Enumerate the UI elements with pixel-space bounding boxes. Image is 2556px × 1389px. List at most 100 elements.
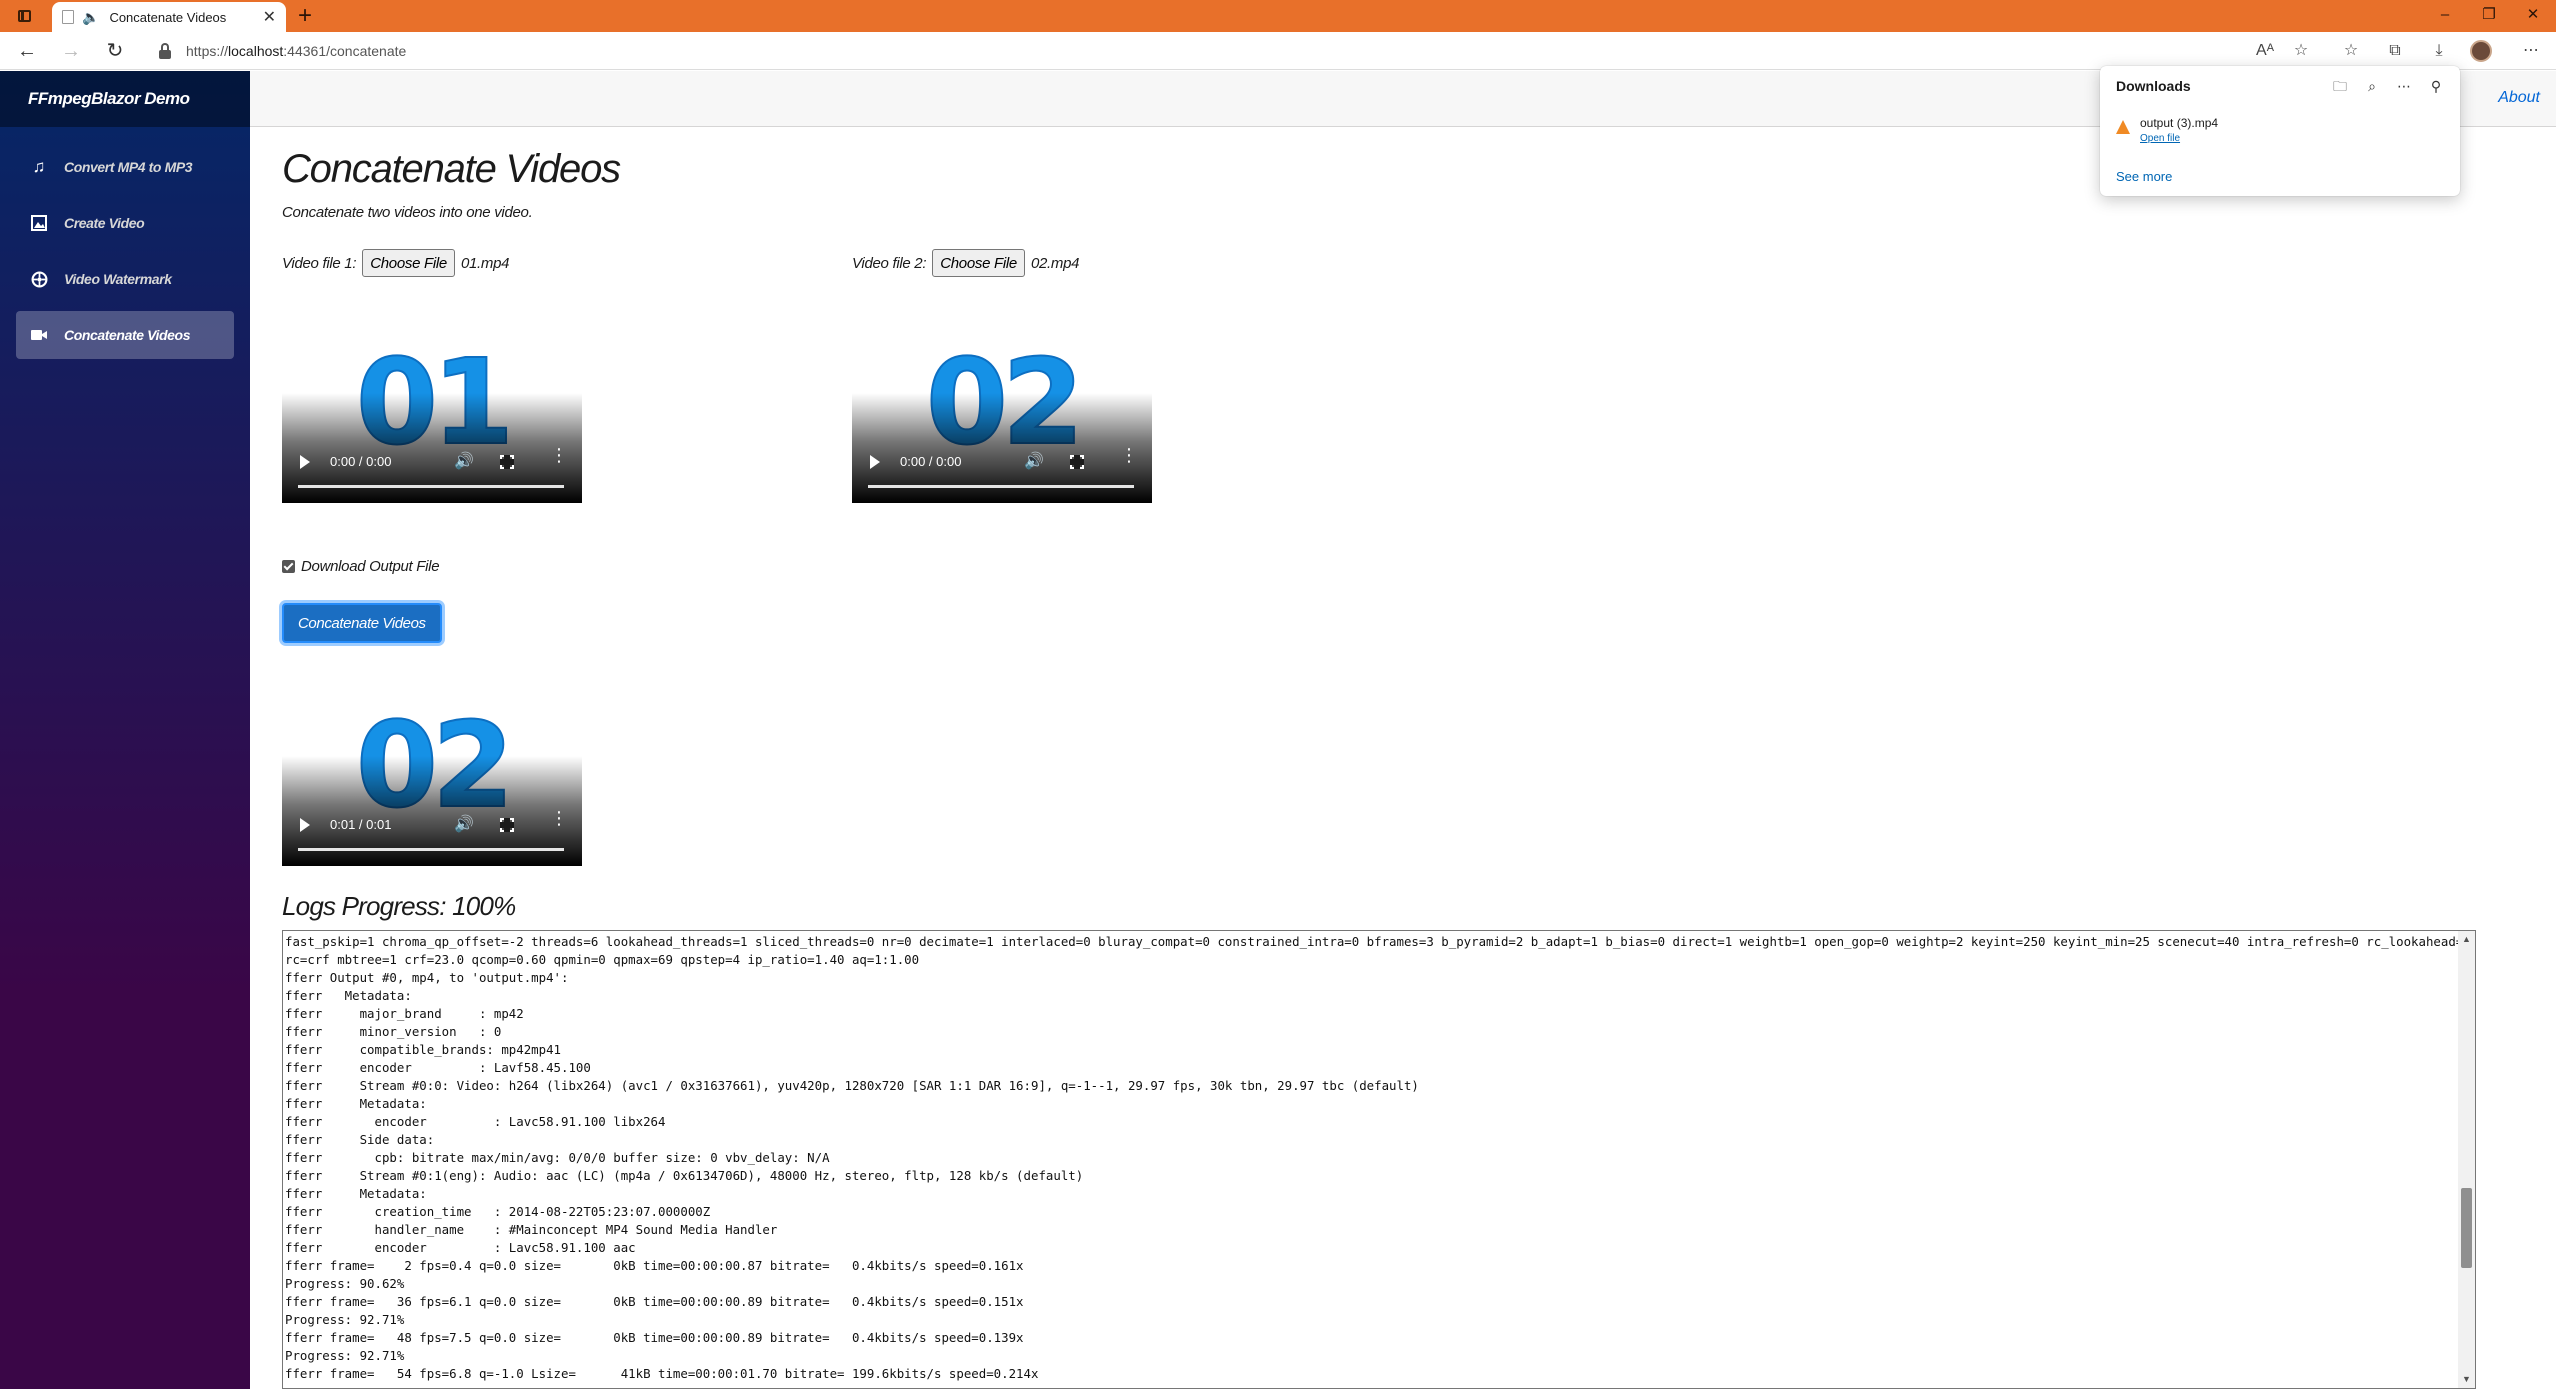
sidebar-item-create-video[interactable]: Create Video <box>16 199 234 247</box>
log-line: Progress: 90.62% <box>285 1276 405 1291</box>
log-line: fferr encoder : Lavc58.91.100 aac <box>285 1240 636 1255</box>
vlc-file-icon <box>2116 120 2130 134</box>
sidebar-item-label: Video Watermark <box>64 271 172 287</box>
sidebar-item-label: Concatenate Videos <box>64 327 191 343</box>
log-line: fferr creation_time : 2014-08-22T05:23:0… <box>285 1204 711 1219</box>
downloads-title: Downloads <box>2116 78 2191 94</box>
lock-icon[interactable] <box>158 43 172 59</box>
log-line: fferr compatible_brands: mp42mp41 <box>285 1042 562 1057</box>
image-icon <box>30 214 48 232</box>
log-line: fferr Metadata: <box>285 988 412 1003</box>
play-icon[interactable] <box>300 455 310 469</box>
more-options-icon[interactable]: ⋯ <box>2394 76 2414 96</box>
brand-title[interactable]: FFmpegBlazor Demo <box>28 89 190 109</box>
logs-textarea[interactable]: fast_pskip=1 chroma_qp_offset=-2 threads… <box>282 930 2476 1389</box>
page-description: Concatenate two videos into one video. <box>282 204 533 221</box>
browser-tab[interactable]: 🔈 Concatenate Videos ✕ <box>52 2 286 32</box>
search-icon[interactable]: ⌕ <box>2362 76 2382 96</box>
speaker-icon[interactable]: 🔈 <box>82 9 99 26</box>
video-player-2[interactable]: 02 0:00 / 0:00 🔊 ⋮ <box>852 317 1152 503</box>
address-bar[interactable]: https://localhost:44361/concatenate <box>158 36 2248 66</box>
settings-more-icon[interactable]: ⋯ <box>2516 38 2546 64</box>
browser-tabstrip: 🔈 Concatenate Videos ✕ + – ❐ ✕ <box>0 0 2556 32</box>
log-line: fferr cpb: bitrate max/min/avg: 0/0/0 bu… <box>285 1150 830 1165</box>
url-path: :44361/concatenate <box>283 43 407 59</box>
download-output-checkbox[interactable] <box>282 560 295 573</box>
more-options-icon[interactable]: ⋮ <box>1120 446 1138 464</box>
sidebar-item-video-watermark[interactable]: Video Watermark <box>16 255 234 303</box>
video-2-progress-bar[interactable] <box>868 485 1134 488</box>
open-file-link[interactable]: Open file <box>2140 133 2180 144</box>
more-options-icon[interactable]: ⋮ <box>550 809 568 827</box>
music-note-icon: ♫ <box>32 157 46 176</box>
close-window-button[interactable]: ✕ <box>2511 0 2555 32</box>
minimize-button[interactable]: – <box>2423 0 2467 32</box>
log-line: fferr Stream #0:1(eng): Audio: aac (LC) … <box>285 1168 1084 1183</box>
video-player-1[interactable]: 01 0:00 / 0:00 🔊 ⋮ <box>282 317 582 503</box>
output-video-player[interactable]: 02 0:01 / 0:01 🔊 ⋮ <box>282 680 582 866</box>
log-line: Progress: 92.71% <box>285 1312 405 1327</box>
log-line: fferr major_brand : mp42 <box>285 1006 524 1021</box>
downloads-icon[interactable]: ⤓ <box>2424 38 2454 64</box>
video-1-controls: 0:00 / 0:00 🔊 ⋮ <box>282 443 582 503</box>
profile-avatar[interactable] <box>2470 40 2492 62</box>
video-file-1-row: Video file 1: Choose File 01.mp4 <box>282 249 510 277</box>
tab-actions-button[interactable] <box>10 6 38 26</box>
forward-button[interactable]: → <box>56 37 86 65</box>
pin-icon[interactable]: ⚲ <box>2426 76 2446 96</box>
close-tab-icon[interactable]: ✕ <box>263 7 276 27</box>
video-1-progress-bar[interactable] <box>298 485 564 488</box>
add-favorite-icon[interactable]: ☆ <box>2286 38 2316 64</box>
download-output-label[interactable]: Download Output File <box>301 558 440 575</box>
log-line: fferr Stream #0:0: Video: h264 (libx264)… <box>285 1078 1419 1093</box>
fullscreen-icon[interactable] <box>500 818 514 832</box>
choose-file-1-button[interactable]: Choose File <box>362 249 455 277</box>
video-file-2-label: Video file 2: <box>852 254 927 272</box>
scroll-up-icon[interactable]: ▲ <box>2458 931 2475 948</box>
video-file-2-row: Video file 2: Choose File 02.mp4 <box>852 249 1080 277</box>
scroll-thumb[interactable] <box>2461 1188 2472 1268</box>
restore-button[interactable]: ❐ <box>2467 0 2511 32</box>
sidebar-nav: ♫ Convert MP4 to MP3 Create Video Video … <box>0 127 250 359</box>
url-text: https://localhost:44361/concatenate <box>186 43 406 59</box>
page-favicon-icon <box>62 10 74 24</box>
log-line: fferr frame= 54 fps=6.8 q=-1.0 Lsize= 41… <box>285 1366 1039 1381</box>
play-icon[interactable] <box>300 818 310 832</box>
sidebar-item-label: Create Video <box>64 215 145 231</box>
download-file-name[interactable]: output (3).mp4 <box>2140 116 2218 130</box>
volume-icon[interactable]: 🔊 <box>1024 451 1044 471</box>
output-video-progress-bar[interactable] <box>298 848 564 851</box>
sidebar-item-concatenate-videos[interactable]: Concatenate Videos <box>16 311 234 359</box>
url-host: localhost <box>228 43 284 59</box>
new-tab-button[interactable]: + <box>290 2 320 30</box>
choose-file-2-button[interactable]: Choose File <box>932 249 1025 277</box>
volume-icon[interactable]: 🔊 <box>454 451 474 471</box>
concatenate-videos-button[interactable]: Concatenate Videos <box>282 603 442 643</box>
tab-actions-icon <box>17 10 31 22</box>
favorites-icon[interactable]: ☆ <box>2336 38 2366 64</box>
fullscreen-icon[interactable] <box>1070 455 1084 469</box>
sidebar-item-convert-mp4-to-mp3[interactable]: ♫ Convert MP4 to MP3 <box>16 143 234 191</box>
log-line: fast_pskip=1 chroma_qp_offset=-2 threads… <box>285 934 2476 949</box>
play-icon[interactable] <box>870 455 880 469</box>
scroll-down-icon[interactable]: ▼ <box>2458 1371 2475 1388</box>
log-line: fferr encoder : Lavc58.91.100 libx264 <box>285 1114 666 1129</box>
open-downloads-folder-icon[interactable]: 🗀 <box>2330 76 2350 96</box>
more-options-icon[interactable]: ⋮ <box>550 446 568 464</box>
see-more-link[interactable]: See more <box>2116 169 2172 184</box>
back-button[interactable]: ← <box>12 37 42 65</box>
read-aloud-icon[interactable]: A͏ᴬ <box>2250 38 2280 64</box>
video-file-1-name: 01.mp4 <box>460 254 510 272</box>
about-link[interactable]: About <box>2498 89 2540 107</box>
downloads-flyout: Downloads 🗀 ⌕ ⋯ ⚲ output (3).mp4 Open fi… <box>2100 66 2460 196</box>
log-line: fferr Metadata: <box>285 1096 427 1111</box>
volume-icon[interactable]: 🔊 <box>454 814 474 834</box>
collections-icon[interactable]: ⧉ <box>2380 38 2410 64</box>
logs-scrollbar[interactable]: ▲ ▼ <box>2458 931 2475 1388</box>
fullscreen-icon[interactable] <box>500 455 514 469</box>
video-file-1-label: Video file 1: <box>282 254 357 272</box>
sidebar-header: FFmpegBlazor Demo <box>0 71 250 127</box>
refresh-button[interactable]: ↻ <box>100 37 130 65</box>
log-line: Progress: 92.71% <box>285 1348 405 1363</box>
url-scheme: https:// <box>186 43 229 59</box>
